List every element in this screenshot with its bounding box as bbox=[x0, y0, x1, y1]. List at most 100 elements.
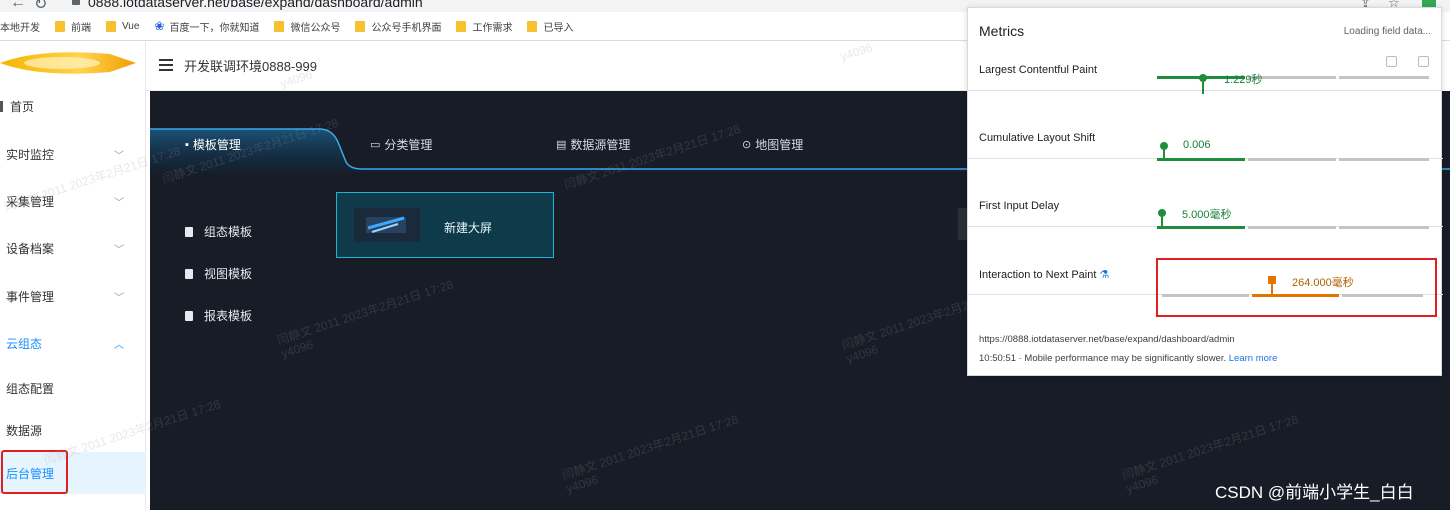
metric-value: 1.229秒 bbox=[1224, 74, 1263, 86]
subnav-config-template[interactable]: 组态模板 bbox=[185, 223, 252, 240]
chevron-down-icon: ﹀ bbox=[114, 150, 124, 162]
lock-icon[interactable] bbox=[72, 0, 80, 5]
environment-title: 开发联调环境0888-999 bbox=[184, 59, 317, 74]
metric-name: First Input Delay bbox=[979, 200, 1060, 212]
metric-marker bbox=[1199, 74, 1207, 82]
sidebar-item-label: 组态配置 bbox=[6, 381, 55, 396]
sidebar-item-label: 采集管理 bbox=[6, 194, 55, 209]
tab-template-management[interactable]: ▪ 模板管理 bbox=[185, 136, 241, 153]
database-icon: ▤ bbox=[556, 139, 567, 151]
grid-icon: ▪ bbox=[185, 138, 189, 151]
highlight-box bbox=[1156, 258, 1437, 317]
bookmark-label: 百度一下，你就知道 bbox=[169, 22, 260, 34]
sidebar-item-config-settings[interactable]: 组态配置 bbox=[0, 376, 146, 400]
sidebar-item-label: 设备档案 bbox=[6, 241, 55, 256]
folder-outline-icon: ▭ bbox=[370, 139, 381, 151]
new-screen-label: 新建大屏 bbox=[444, 221, 493, 235]
metric-marker-line bbox=[1163, 150, 1165, 160]
metrics-panel: Metrics Loading field data... Largest Co… bbox=[967, 7, 1443, 376]
bookmark-item[interactable]: 微信公众号 bbox=[274, 19, 340, 34]
bookmark-item[interactable]: 前端 bbox=[55, 19, 91, 34]
menu-toggle-icon[interactable] bbox=[159, 59, 173, 71]
sidebar-item-label: 实时监控 bbox=[6, 147, 55, 162]
folder-icon bbox=[355, 20, 366, 32]
chevron-down-icon: ﹀ bbox=[114, 197, 124, 209]
chevron-down-icon: ﹀ bbox=[114, 244, 124, 256]
bookmark-item[interactable]: 已导入 bbox=[527, 19, 573, 34]
csdn-credit: CSDN @前端小学生_白白 bbox=[1215, 483, 1414, 502]
subnav-report-template[interactable]: 报表模板 bbox=[185, 307, 252, 324]
home-icon bbox=[0, 100, 3, 112]
metric-name: Cumulative Layout Shift bbox=[979, 132, 1096, 144]
tab-datasource-management[interactable]: ▤ 数据源管理 bbox=[556, 136, 630, 153]
bookmark-label: 微信公众号 bbox=[290, 22, 341, 34]
subnav-view-template[interactable]: 视图模板 bbox=[185, 265, 252, 282]
folder-icon bbox=[527, 20, 538, 32]
sidebar-item-home[interactable]: 首页 bbox=[0, 94, 146, 118]
chevron-down-icon: ﹀ bbox=[114, 292, 124, 304]
highlight-box bbox=[1, 450, 68, 494]
metric-marker-line bbox=[1161, 217, 1163, 227]
folder-icon bbox=[274, 20, 285, 32]
sidebar-item-label: 事件管理 bbox=[6, 289, 55, 304]
bookmark-item[interactable]: 本地开发 bbox=[0, 19, 40, 34]
metrics-footer: 10:50:51 · Mobile performance may be sig… bbox=[979, 353, 1277, 364]
tab-map-management[interactable]: ⊙ 地图管理 bbox=[742, 136, 803, 153]
reload-icon[interactable]: ↻ bbox=[34, 0, 47, 12]
clipboard-icon bbox=[185, 268, 193, 279]
top-header: 开发联调环境0888-999 bbox=[146, 42, 968, 91]
bookmark-label: 已导入 bbox=[543, 22, 574, 34]
sidebar-item-label: 云组态 bbox=[6, 336, 43, 351]
tab-label: 地图管理 bbox=[755, 138, 804, 152]
new-screen-card[interactable]: 新建大屏 bbox=[336, 192, 554, 258]
folder-icon bbox=[106, 20, 116, 32]
screen-thumbnail-icon bbox=[354, 208, 420, 242]
back-icon[interactable]: ← bbox=[10, 0, 26, 12]
metric-value: 5.000毫秒 bbox=[1182, 209, 1232, 221]
sidebar-item-label: 数据源 bbox=[6, 423, 43, 438]
bookmark-label: 前端 bbox=[71, 22, 91, 34]
sidebar-item-device-archive[interactable]: 设备档案 ﹀ bbox=[0, 236, 146, 260]
metric-name: Largest Contentful Paint bbox=[979, 64, 1098, 76]
bookmark-item[interactable]: ❀ 百度一下，你就知道 bbox=[154, 19, 259, 34]
metrics-url: https://0888.iotdataserver.net/base/expa… bbox=[979, 334, 1235, 345]
metric-cls: Cumulative Layout Shift 0.006 bbox=[968, 92, 1443, 161]
subnav-label: 组态模板 bbox=[204, 225, 253, 239]
metric-fid: First Input Delay 5.000毫秒 bbox=[968, 160, 1443, 229]
baidu-paw-icon: ❀ bbox=[154, 19, 165, 33]
metric-marker bbox=[1158, 209, 1166, 217]
metrics-footer-text: 10:50:51 · Mobile performance may be sig… bbox=[979, 353, 1227, 364]
metric-name-text: Interaction to Next Paint bbox=[979, 269, 1097, 281]
map-pin-icon: ⊙ bbox=[742, 139, 752, 151]
address-bar[interactable]: 0888.iotdataserver.net/base/expand/dashb… bbox=[88, 0, 423, 10]
metric-value: 0.006 bbox=[1183, 139, 1211, 151]
sidebar-item-cloud-config[interactable]: 云组态 ︿ bbox=[0, 331, 146, 355]
bookmark-label: 本地开发 bbox=[0, 22, 40, 34]
experimental-flask-icon[interactable]: ⚗ bbox=[1099, 269, 1109, 281]
subnav-label: 报表模板 bbox=[204, 309, 253, 323]
learn-more-link[interactable]: Learn more bbox=[1229, 353, 1278, 364]
metric-name: Interaction to Next Paint ⚗ bbox=[979, 268, 1109, 281]
metric-lcp: Largest Contentful Paint 1.229秒 bbox=[968, 24, 1443, 94]
folder-icon bbox=[55, 20, 65, 32]
bookmark-label: Vue bbox=[122, 20, 140, 32]
clipboard-icon bbox=[185, 226, 193, 237]
bookmark-item[interactable]: Vue bbox=[106, 20, 140, 32]
bar-poor bbox=[1339, 76, 1429, 79]
sidebar-item-label: 首页 bbox=[10, 99, 35, 114]
tab-label: 模板管理 bbox=[192, 138, 241, 152]
metric-marker bbox=[1160, 142, 1168, 150]
sidebar-item-events[interactable]: 事件管理 ﹀ bbox=[0, 284, 146, 308]
subnav-label: 视图模板 bbox=[204, 267, 253, 281]
sidebar-item-realtime-monitor[interactable]: 实时监控 ﹀ bbox=[0, 142, 146, 166]
tab-label: 分类管理 bbox=[384, 138, 433, 152]
clipboard-icon bbox=[185, 310, 193, 321]
bookmark-item[interactable]: 公众号手机界面 bbox=[355, 19, 441, 34]
folder-icon bbox=[456, 20, 467, 32]
sidebar-item-collection[interactable]: 采集管理 ﹀ bbox=[0, 189, 146, 213]
bookmark-item[interactable]: 工作需求 bbox=[456, 19, 512, 34]
sidebar: 首页 实时监控 ﹀ 采集管理 ﹀ 设备档案 ﹀ 事件管理 ﹀ 云组态 ︿ 组态配… bbox=[0, 42, 146, 510]
sidebar-item-datasource[interactable]: 数据源 bbox=[0, 418, 146, 442]
logo bbox=[0, 52, 136, 74]
tab-category-management[interactable]: ▭ 分类管理 bbox=[370, 136, 432, 153]
